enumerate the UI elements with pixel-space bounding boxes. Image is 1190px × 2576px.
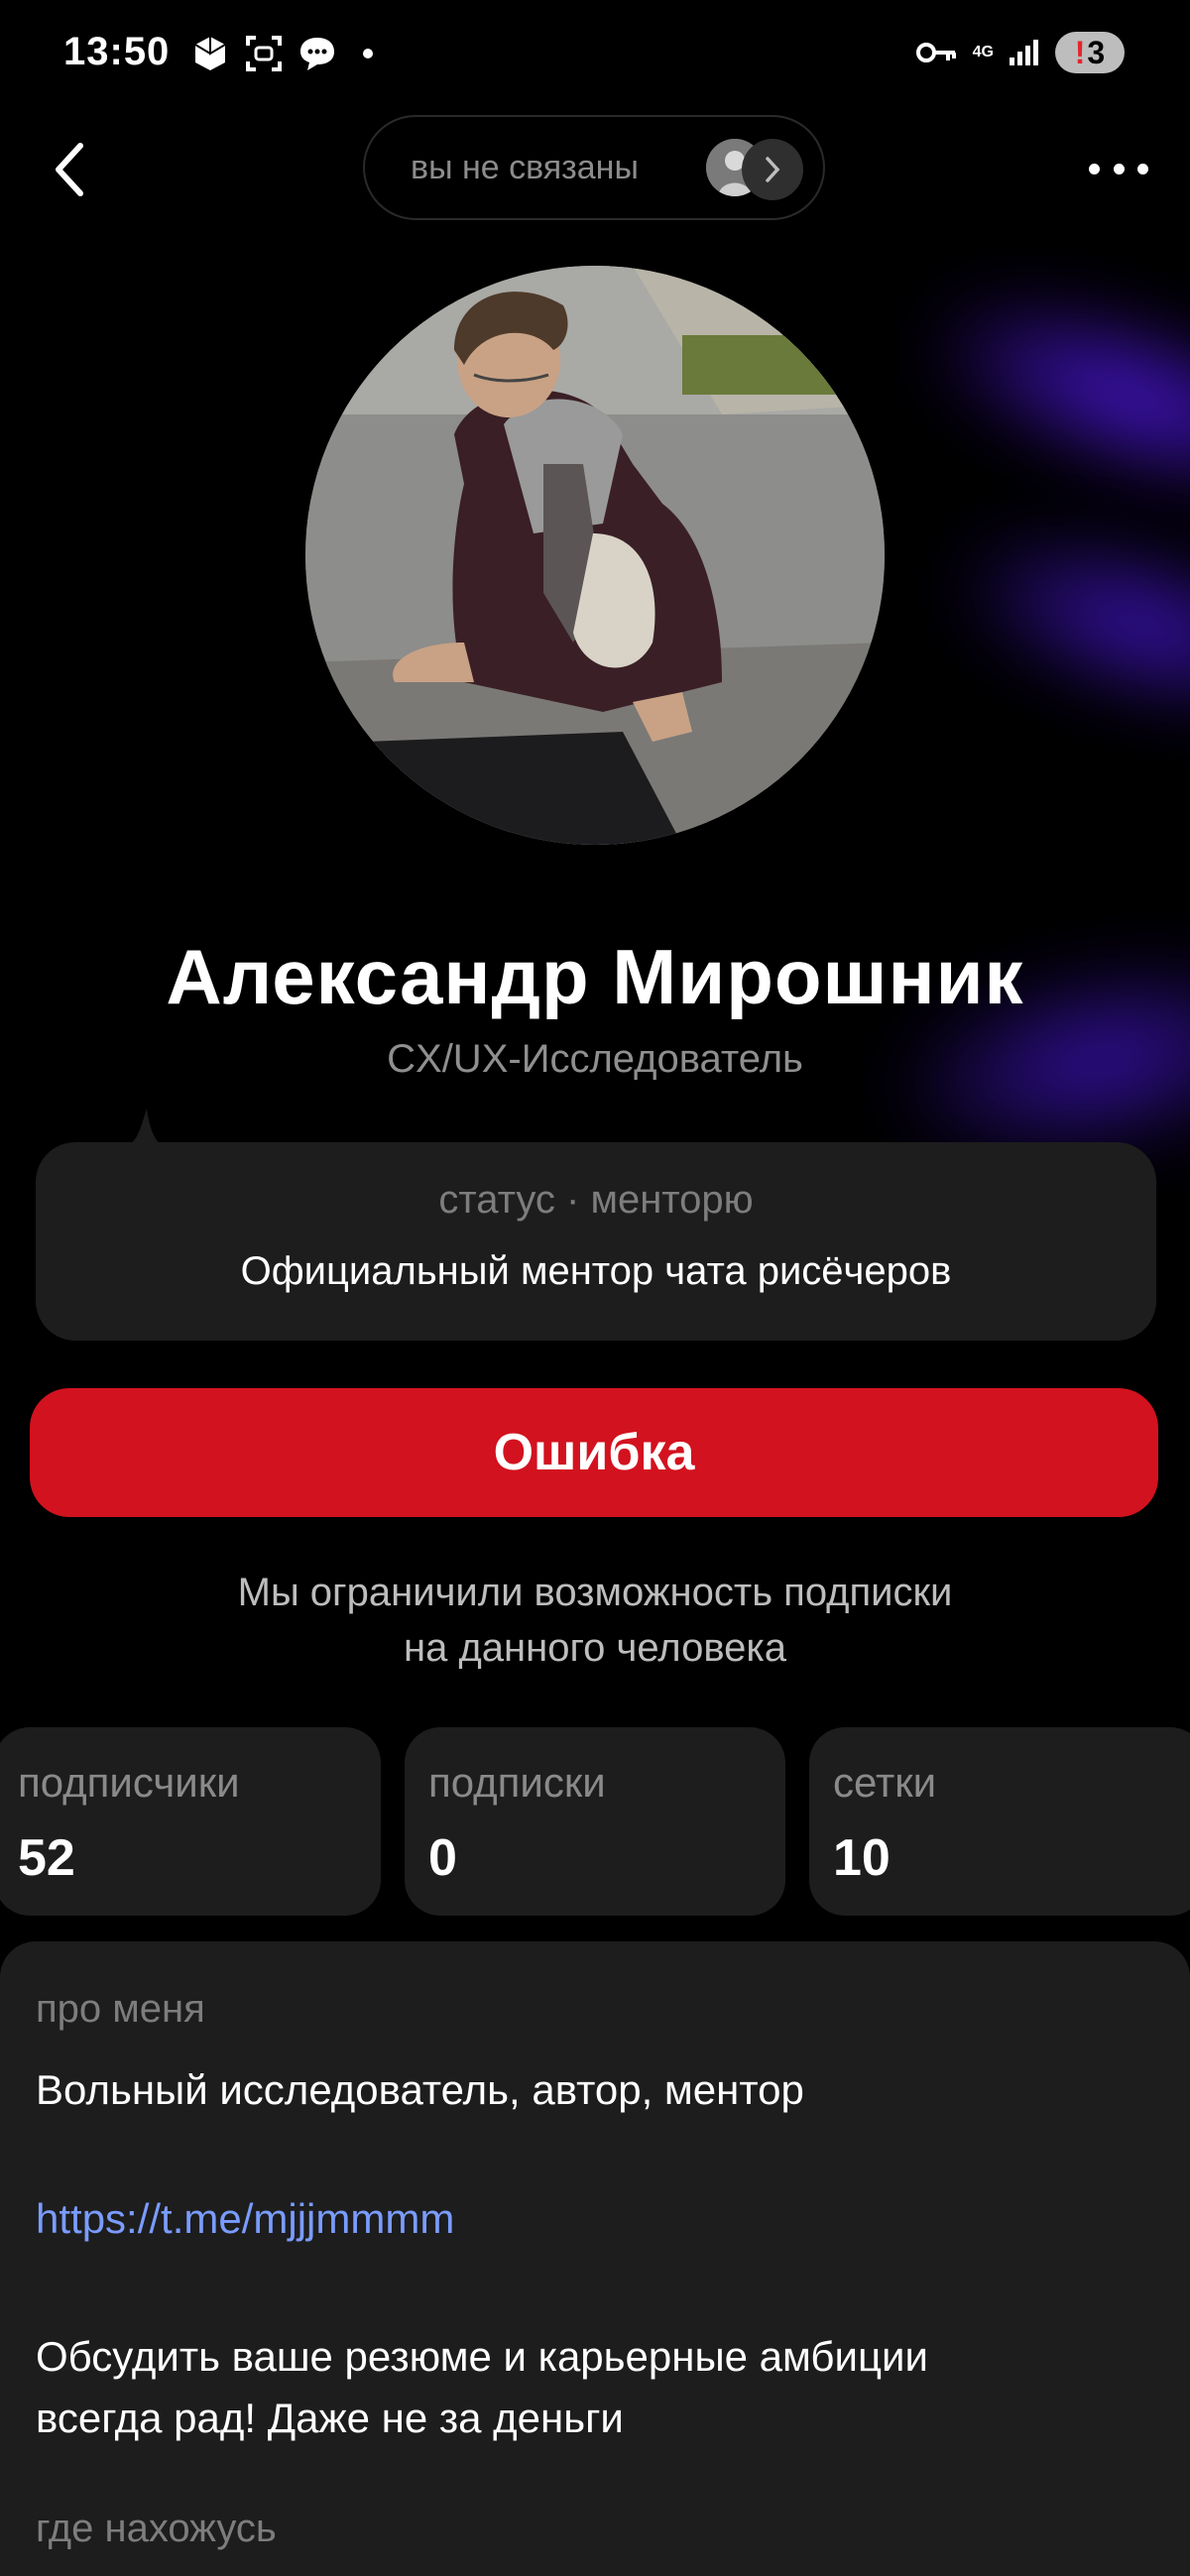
profile-screen: 13:50 4G ! 3 вы не связаны Александр Мир… — [0, 0, 1190, 2576]
battery-level: 3 — [1087, 34, 1106, 70]
profile-name: Александр Мирошник — [166, 933, 1024, 1020]
notice-line: Мы ограничили возможность подписки — [237, 1571, 953, 1614]
vpn-key-icon — [915, 43, 956, 62]
bubble-tail — [125, 1109, 165, 1148]
more-options-button[interactable] — [1089, 149, 1148, 188]
location-label: где нахожусь — [36, 2507, 277, 2550]
subscription-restricted-notice: Мы ограничили возможность подписки на да… — [99, 1565, 1091, 1676]
cube-app-icon — [194, 37, 226, 70]
connection-label: вы не связаны — [411, 148, 639, 186]
status-bubble: статус · менторю Официальный ментор чата… — [36, 1109, 1156, 1341]
telegram-link[interactable]: https://t.me/mjjjmmmm — [36, 2195, 454, 2243]
more-notifications-dot — [363, 49, 373, 59]
profile-role: CX/UX-Исследователь — [387, 1037, 803, 1081]
stat-value: 10 — [833, 1829, 891, 1887]
stat-networks[interactable]: сетки 10 — [809, 1727, 1190, 1916]
purple-glow-decoration — [910, 266, 1190, 527]
status-text: Официальный ментор чата рисёчеров — [240, 1249, 952, 1293]
about-card: про меня Вольный исследователь, автор, м… — [0, 1941, 1190, 2576]
about-text: Вольный исследователь, автор, ментор — [36, 2066, 804, 2113]
stat-value: 52 — [18, 1829, 75, 1887]
stat-followers[interactable]: подписчики 52 — [0, 1727, 381, 1916]
network-type: 4G — [972, 44, 994, 60]
connection-arrow — [742, 139, 803, 200]
error-button[interactable]: Ошибка — [30, 1388, 1158, 1517]
system-icons: 4G ! 3 — [915, 32, 1125, 73]
signal-icon — [1010, 40, 1038, 65]
notice-line: на данного человека — [404, 1626, 786, 1670]
more-dot — [1137, 163, 1148, 175]
screenshot-icon — [246, 36, 282, 71]
stat-following[interactable]: подписки 0 — [405, 1727, 785, 1916]
stat-value: 0 — [428, 1829, 457, 1887]
about-label: про меня — [36, 1987, 205, 2031]
profile-photo — [305, 266, 885, 845]
chevron-left-icon — [56, 143, 83, 196]
stat-label: сетки — [833, 1759, 937, 1806]
status-time: 13:50 — [63, 30, 171, 73]
connection-status-pill[interactable]: вы не связаны — [363, 115, 825, 220]
about-text-line: всегда рад! Даже не за деньги — [36, 2395, 624, 2441]
about-text-line: Обсудить ваше резюме и карьерные амбиции — [36, 2333, 928, 2380]
more-dot — [1113, 163, 1125, 175]
stat-label: подписки — [428, 1759, 606, 1806]
purple-glow-decoration — [940, 506, 1190, 744]
about-text: Обсудить ваше резюме и карьерные амбиции… — [36, 2326, 1156, 2449]
status-bar: 13:50 4G ! 3 — [0, 0, 1190, 109]
stat-label: подписчики — [18, 1759, 240, 1806]
battery-indicator: ! 3 — [1055, 32, 1125, 73]
profile-avatar[interactable] — [305, 266, 885, 845]
status-label: статус · менторю — [438, 1178, 754, 1222]
chat-bubble-icon — [300, 38, 334, 70]
battery-alert: ! — [1074, 34, 1086, 70]
back-button[interactable] — [36, 135, 105, 204]
chevron-right-icon — [766, 157, 780, 182]
more-dot — [1089, 163, 1100, 175]
notification-icons — [190, 34, 373, 73]
